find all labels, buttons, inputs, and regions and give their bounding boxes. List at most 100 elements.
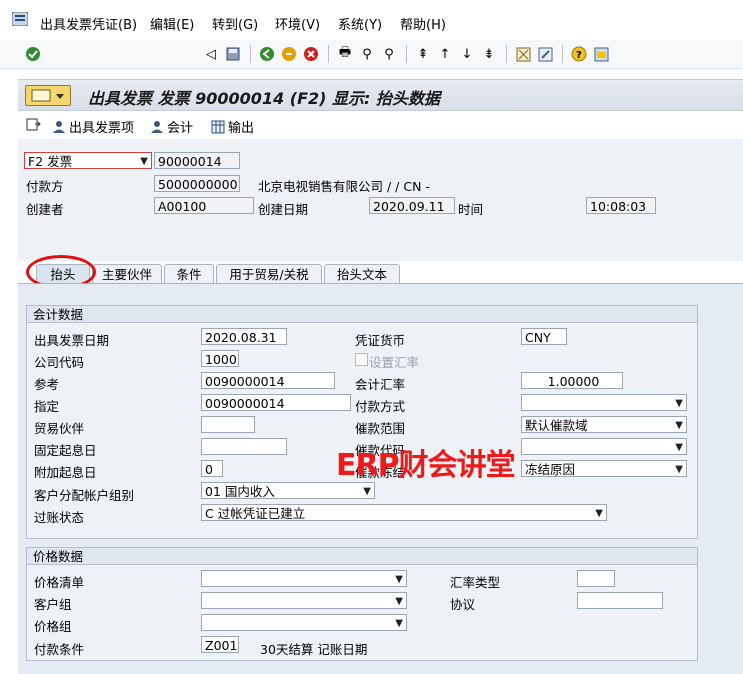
find-icon[interactable]: ⚲ xyxy=(358,45,376,63)
set-exchange-rate-label: 设置汇率 xyxy=(369,355,420,370)
dunning-block-value: 冻结原因 xyxy=(525,462,576,477)
dunning-block-dropdown[interactable]: 冻结原因 ▼ xyxy=(521,460,687,477)
price-list-dropdown[interactable]: ▼ xyxy=(201,570,407,587)
chevron-down-icon[interactable]: ▼ xyxy=(140,153,148,168)
chevron-down-icon[interactable]: ▼ xyxy=(675,395,683,410)
exchange-rate-label: 会计汇率 xyxy=(355,377,406,392)
payment-terms-field[interactable]: Z001 xyxy=(201,636,239,653)
menu-edit[interactable]: 编辑(E) xyxy=(150,14,194,33)
find-next-icon[interactable]: ⚲ xyxy=(380,45,398,63)
addl-days-field[interactable]: 0 xyxy=(201,460,223,477)
posting-status-value: C 过帐凭证已建立 xyxy=(205,506,306,521)
output-button[interactable]: 输出 xyxy=(211,117,254,136)
previous-page-icon[interactable]: ↑ xyxy=(436,45,454,63)
chevron-down-icon[interactable]: ▼ xyxy=(675,461,683,476)
payer-label: 付款方 xyxy=(26,179,64,194)
accounting-button[interactable]: 会计 xyxy=(150,117,193,136)
person-icon xyxy=(151,120,163,133)
chevron-down-icon[interactable]: ▼ xyxy=(395,593,403,608)
payment-method-dropdown[interactable]: ▼ xyxy=(521,394,687,411)
billing-date-field[interactable]: 2020.08.31 xyxy=(201,328,287,345)
chevron-down-icon[interactable]: ▼ xyxy=(395,571,403,586)
customer-group-dropdown[interactable]: ▼ xyxy=(201,592,407,609)
billing-items-label: 出具发票项 xyxy=(69,121,135,136)
payment-method-label: 付款方式 xyxy=(355,399,406,414)
tab-main-partners[interactable]: 主要伙伴 xyxy=(92,264,162,284)
payer-name: 北京电视销售有限公司 / / CN - xyxy=(258,179,430,194)
tab-header-texts[interactable]: 抬头文本 xyxy=(324,264,400,284)
chevron-down-icon[interactable]: ▼ xyxy=(595,505,603,520)
reference-label: 参考 xyxy=(34,377,60,392)
last-page-icon[interactable]: ⇟ xyxy=(480,45,498,63)
billing-doc-field[interactable]: 90000014 xyxy=(154,152,240,169)
company-code-field[interactable]: 1000 xyxy=(201,350,239,367)
fixed-baseline-field[interactable] xyxy=(201,438,287,455)
exit-icon[interactable] xyxy=(280,45,298,63)
tab-conditions[interactable]: 条件 xyxy=(164,264,214,284)
toolbar-separator xyxy=(506,45,507,63)
customize-layout-icon[interactable] xyxy=(592,45,610,63)
created-by-label: 创建者 xyxy=(26,202,64,217)
created-on-label: 创建日期 xyxy=(258,202,309,217)
transaction-menu-icon[interactable] xyxy=(25,85,71,106)
created-on-field[interactable]: 2020.09.11 xyxy=(369,197,455,214)
assignment-field[interactable]: 0090000014 xyxy=(201,394,351,411)
back-icon[interactable] xyxy=(258,45,276,63)
chevron-down-icon[interactable]: ▼ xyxy=(395,615,403,630)
trading-partner-field[interactable] xyxy=(201,416,255,433)
menu-environment[interactable]: 环境(V) xyxy=(275,14,320,33)
help-icon[interactable]: ? xyxy=(570,45,588,63)
exchange-rate-field[interactable]: 1.00000 xyxy=(521,372,623,389)
agreement-label: 协议 xyxy=(450,597,476,612)
exchange-rate-type-field[interactable] xyxy=(577,570,615,587)
create-session-icon[interactable] xyxy=(514,45,532,63)
payer-field[interactable]: 5000000000 xyxy=(154,175,240,192)
agreement-field[interactable] xyxy=(577,592,663,609)
created-by-field[interactable]: A00100 xyxy=(154,197,254,214)
menu-help[interactable]: 帮助(H) xyxy=(400,14,446,33)
tab-foreign-trade[interactable]: 用于贸易/关税 xyxy=(216,264,322,284)
fixed-baseline-label: 固定起息日 xyxy=(34,443,97,458)
menu-system[interactable]: 系统(Y) xyxy=(338,14,382,33)
doc-currency-field[interactable]: CNY xyxy=(521,328,567,345)
time-label: 时间 xyxy=(458,202,484,217)
menu-billing-doc[interactable]: 出具发票凭证(B) xyxy=(40,14,137,33)
standard-toolbar: ▼ ◁ 🖶 ⚲ ⚲ ⇞ ↑ ↓ ⇟ ? xyxy=(0,40,743,104)
toolbar-separator xyxy=(406,45,407,63)
billing-date-label: 出具发票日期 xyxy=(34,333,110,348)
person-icon xyxy=(53,120,65,133)
dunning-area-dropdown[interactable]: 默认催款域 ▼ xyxy=(521,416,687,433)
accounting-label: 会计 xyxy=(167,121,194,136)
posting-status-dropdown[interactable]: C 过帐凭证已建立 ▼ xyxy=(201,504,607,521)
account-group-dropdown[interactable]: 01 国内收入 ▼ xyxy=(201,482,375,499)
next-page-icon[interactable]: ↓ xyxy=(458,45,476,63)
svg-text:?: ? xyxy=(576,50,582,61)
dunning-area-value: 默认催款域 xyxy=(525,418,588,433)
first-page-icon[interactable]: ⇞ xyxy=(414,45,432,63)
set-exchange-rate-checkbox[interactable] xyxy=(355,353,368,366)
other-document-button[interactable] xyxy=(26,117,41,132)
sap-menu-icon[interactable] xyxy=(12,12,28,26)
reference-field[interactable]: 0090000014 xyxy=(201,372,335,389)
print-icon[interactable]: 🖶 xyxy=(336,45,354,63)
cancel-icon[interactable] xyxy=(302,45,320,63)
chevron-down-icon[interactable]: ▼ xyxy=(675,439,683,454)
save-icon[interactable] xyxy=(224,45,242,63)
dunning-key-dropdown[interactable]: ▼ xyxy=(521,438,687,455)
shortcut-icon[interactable] xyxy=(536,45,554,63)
chevron-down-icon[interactable]: ▼ xyxy=(675,417,683,432)
chevron-down-icon[interactable]: ▼ xyxy=(363,483,371,498)
price-group-label: 价格组 xyxy=(34,619,72,634)
account-group-value: 01 国内收入 xyxy=(205,484,275,499)
enter-icon[interactable] xyxy=(24,45,42,63)
assignment-label: 指定 xyxy=(34,399,60,414)
menu-goto[interactable]: 转到(G) xyxy=(212,14,258,33)
history-back-icon[interactable]: ◁ xyxy=(202,45,220,63)
posting-status-label: 过账状态 xyxy=(34,510,85,525)
price-list-label: 价格清单 xyxy=(34,575,85,590)
billing-items-button[interactable]: 出具发票项 xyxy=(52,117,134,136)
price-group-dropdown[interactable]: ▼ xyxy=(201,614,407,631)
billing-type-dropdown[interactable]: F2 发票 ▼ xyxy=(24,152,152,169)
title-bar: 出具发票 发票 90000014 (F2) 显示: 抬头数据 xyxy=(18,79,743,111)
time-field[interactable]: 10:08:03 xyxy=(586,197,656,214)
